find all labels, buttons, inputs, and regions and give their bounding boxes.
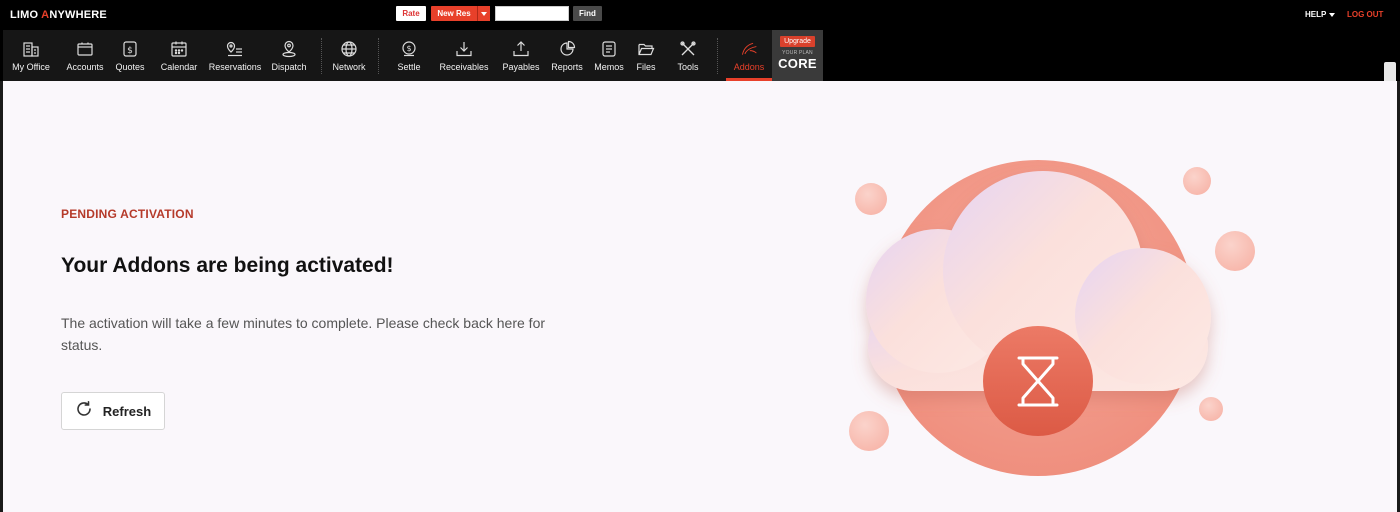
- nav-items-container: My Office Accounts $ Quotes Calendar Res…: [3, 30, 823, 81]
- nav-item-network[interactable]: Network: [329, 30, 369, 81]
- nav-label: Files: [636, 62, 656, 72]
- svg-text:$: $: [127, 46, 133, 56]
- top-bar: LIMO ANYWHERE Rate New Res Find HELP LOG…: [0, 0, 1400, 30]
- decor-dot: [1215, 231, 1255, 271]
- nav-item-files[interactable]: Files: [631, 30, 661, 81]
- rate-button[interactable]: Rate: [396, 6, 426, 21]
- decor-dot: [1183, 167, 1211, 195]
- new-res-dropdown-button[interactable]: [477, 6, 490, 21]
- nav-label: Accounts: [66, 62, 104, 72]
- nav-divider: [321, 38, 322, 74]
- nav-item-calendar[interactable]: Calendar: [155, 30, 203, 81]
- nav-label: Dispatch: [271, 62, 307, 72]
- app-logo[interactable]: LIMO ANYWHERE: [10, 9, 107, 21]
- dollar-document-icon: $: [121, 40, 139, 58]
- plan-panel[interactable]: Upgrade YOUR PLAN CORE: [772, 30, 823, 81]
- nav-item-tools[interactable]: Tools: [671, 30, 705, 81]
- upload-tray-icon: [512, 40, 530, 58]
- building-icon: [22, 40, 40, 58]
- memo-icon: [600, 40, 618, 58]
- nav-item-memos[interactable]: Memos: [591, 30, 627, 81]
- activation-illustration: [849, 160, 1255, 476]
- nav-item-reservations[interactable]: Reservations: [208, 30, 262, 81]
- location-pin-icon: [280, 40, 298, 58]
- refresh-button[interactable]: Refresh: [61, 392, 165, 430]
- nav-label: My Office: [12, 62, 50, 72]
- refresh-label: Refresh: [102, 403, 152, 419]
- refresh-icon: [75, 400, 93, 423]
- new-res-button[interactable]: New Res: [431, 6, 477, 21]
- nav-label: Memos: [594, 62, 624, 72]
- nav-item-my-office[interactable]: My Office: [3, 30, 59, 81]
- chevron-down-icon: [481, 11, 487, 16]
- status-label: PENDING ACTIVATION: [61, 207, 194, 221]
- svg-text:$: $: [406, 44, 411, 53]
- plan-name: CORE: [778, 56, 817, 71]
- tools-icon: [679, 40, 697, 58]
- upgrade-button[interactable]: Upgrade: [780, 36, 815, 47]
- nav-label: Calendar: [160, 62, 198, 72]
- find-button[interactable]: Find: [573, 6, 602, 21]
- decor-dot: [1199, 397, 1223, 421]
- nav-label: Quotes: [115, 62, 145, 72]
- decor-dot: [849, 411, 889, 451]
- decor-dot: [855, 183, 887, 215]
- nav-item-quotes[interactable]: $ Quotes: [111, 30, 149, 81]
- pie-chart-icon: [558, 40, 576, 58]
- pin-list-icon: [226, 40, 244, 58]
- description-text: The activation will take a few minutes t…: [61, 315, 546, 353]
- nav-item-payables[interactable]: Payables: [499, 30, 543, 81]
- page-title: Your Addons are being activated!: [61, 254, 394, 277]
- nav-item-receivables[interactable]: Receivables: [437, 30, 491, 81]
- nav-label: Payables: [502, 62, 540, 72]
- nav-item-accounts[interactable]: Accounts: [61, 30, 109, 81]
- nav-item-reports[interactable]: Reports: [549, 30, 585, 81]
- globe-icon: [340, 40, 358, 58]
- nav-divider: [717, 38, 718, 74]
- download-tray-icon: [455, 40, 473, 58]
- nav-label: Reports: [551, 62, 583, 72]
- nav-label: Receivables: [439, 62, 489, 72]
- nav-item-dispatch[interactable]: Dispatch: [267, 30, 311, 81]
- calendar-icon: [170, 40, 188, 58]
- main-content: PENDING ACTIVATION Your Addons are being…: [3, 81, 1397, 512]
- nav-divider: [378, 38, 379, 74]
- nav-label: Network: [332, 62, 366, 72]
- nav-label: Reservations: [208, 62, 262, 72]
- logout-link[interactable]: LOG OUT: [1347, 10, 1383, 19]
- open-folder-icon: [637, 40, 655, 58]
- nav-label: Settle: [397, 62, 421, 72]
- addons-swoosh-icon: [740, 40, 758, 58]
- help-menu[interactable]: HELP: [1305, 10, 1336, 19]
- search-input[interactable]: [495, 6, 569, 21]
- nav-label: Tools: [677, 62, 699, 72]
- nav-item-settle[interactable]: $ Settle: [389, 30, 429, 81]
- coin-icon: $: [400, 40, 418, 58]
- folder-account-icon: [76, 40, 94, 58]
- main-nav: My Office Accounts $ Quotes Calendar Res…: [0, 30, 1400, 108]
- chevron-down-icon: [1329, 12, 1336, 17]
- nav-label: Addons: [733, 62, 765, 72]
- nav-item-addons[interactable]: Addons: [726, 30, 772, 81]
